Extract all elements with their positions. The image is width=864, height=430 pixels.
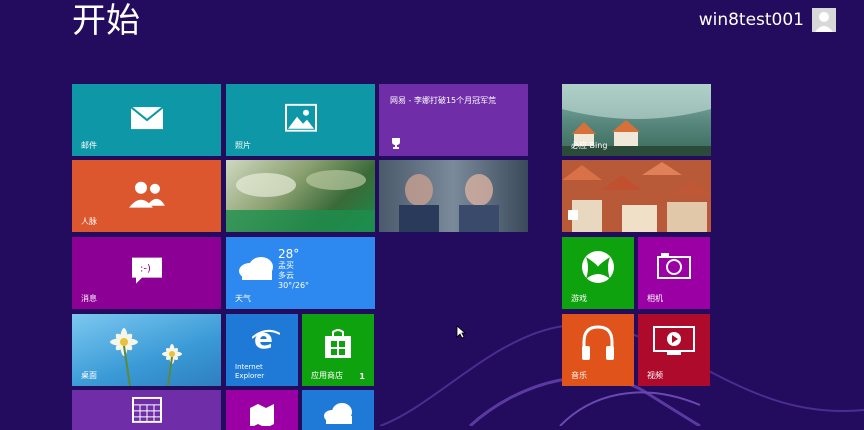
weather-info: 28° 孟买 多云 30°/26° [278, 247, 309, 291]
cloud-icon [239, 257, 273, 280]
tile-news[interactable]: 网易 - 李娜打破15个月冠军荒 [379, 84, 528, 156]
tile-sports-photo[interactable] [379, 160, 528, 232]
weather-range: 30°/26° [278, 281, 310, 290]
tile-calendar[interactable] [72, 390, 221, 430]
ie-icon: e [252, 324, 280, 352]
tile-people-label: 人脉 [81, 217, 97, 226]
camera-icon [657, 253, 691, 279]
news-headline: 网易 - 李娜打破15个月冠军荒 [390, 96, 497, 105]
tile-bing-label: 必应 Bing [571, 141, 608, 150]
tile-games[interactable]: 游戏 [562, 237, 634, 309]
tile-city-photo[interactable] [562, 160, 711, 232]
tile-mail-label: 邮件 [81, 141, 97, 150]
weather-temp: 28° [278, 247, 300, 261]
tile-desktop[interactable]: 桌面 [72, 314, 221, 386]
weather-city: 孟买 [278, 261, 294, 270]
sports-photo-image [399, 174, 499, 232]
username-label: win8test001 [698, 10, 804, 30]
tile-ie[interactable]: e Internet Explorer [226, 314, 298, 386]
tile-desktop-label: 桌面 [81, 371, 97, 380]
tile-messaging[interactable]: :-) 消息 [72, 237, 221, 309]
tile-music-label: 音乐 [571, 371, 587, 380]
weather-condition: 多云 [278, 271, 294, 280]
tile-skydrive[interactable] [302, 390, 374, 430]
start-title: 开始 [72, 1, 140, 41]
tile-ie-label: Internet Explorer [235, 363, 265, 380]
maps-icon [250, 404, 274, 426]
tile-video[interactable]: 视频 [638, 314, 710, 386]
tile-music[interactable]: 音乐 [562, 314, 634, 386]
xbox-icon [582, 251, 614, 283]
tile-people[interactable]: 人脉 [72, 160, 221, 232]
tile-store[interactable]: 应用商店 1 [302, 314, 374, 386]
tile-messaging-label: 消息 [81, 294, 97, 303]
live-photo-image [226, 170, 375, 232]
headphones-icon [582, 325, 614, 360]
calendar-icon [131, 396, 162, 423]
chat-icon: :-) [131, 257, 162, 284]
tile-camera-label: 相机 [647, 294, 663, 303]
trophy-icon [392, 138, 400, 149]
tile-video-label: 视频 [647, 371, 663, 380]
store-badge: 1 [359, 372, 365, 381]
tile-mail[interactable]: 邮件 [72, 84, 221, 156]
photo-icon [284, 103, 317, 132]
video-icon [653, 326, 695, 355]
tile-camera[interactable]: 相机 [638, 237, 710, 309]
store-icon [325, 329, 351, 358]
tile-weather-label: 天气 [235, 294, 251, 303]
tile-photos[interactable]: 照片 [226, 84, 375, 156]
svg-text::-): :-) [140, 264, 151, 275]
mail-icon [129, 106, 164, 130]
mouse-cursor-icon [456, 325, 466, 339]
people-icon [128, 181, 165, 208]
tile-photos-label: 照片 [235, 141, 251, 150]
tile-maps[interactable] [226, 390, 298, 430]
tile-weather[interactable]: 28° 孟买 多云 30°/26° 天气 [226, 237, 375, 309]
tile-store-label: 应用商店 [311, 371, 343, 380]
user-account[interactable]: win8test001 [699, 8, 836, 32]
skydrive-icon [324, 403, 352, 424]
tile-bing[interactable]: 必应 Bing [562, 84, 711, 156]
user-avatar-icon [812, 8, 836, 32]
city-photo-image [562, 160, 711, 232]
svg-text:e: e [254, 324, 273, 352]
tile-photo-live[interactable] [226, 160, 375, 232]
tile-games-label: 游戏 [571, 294, 587, 303]
